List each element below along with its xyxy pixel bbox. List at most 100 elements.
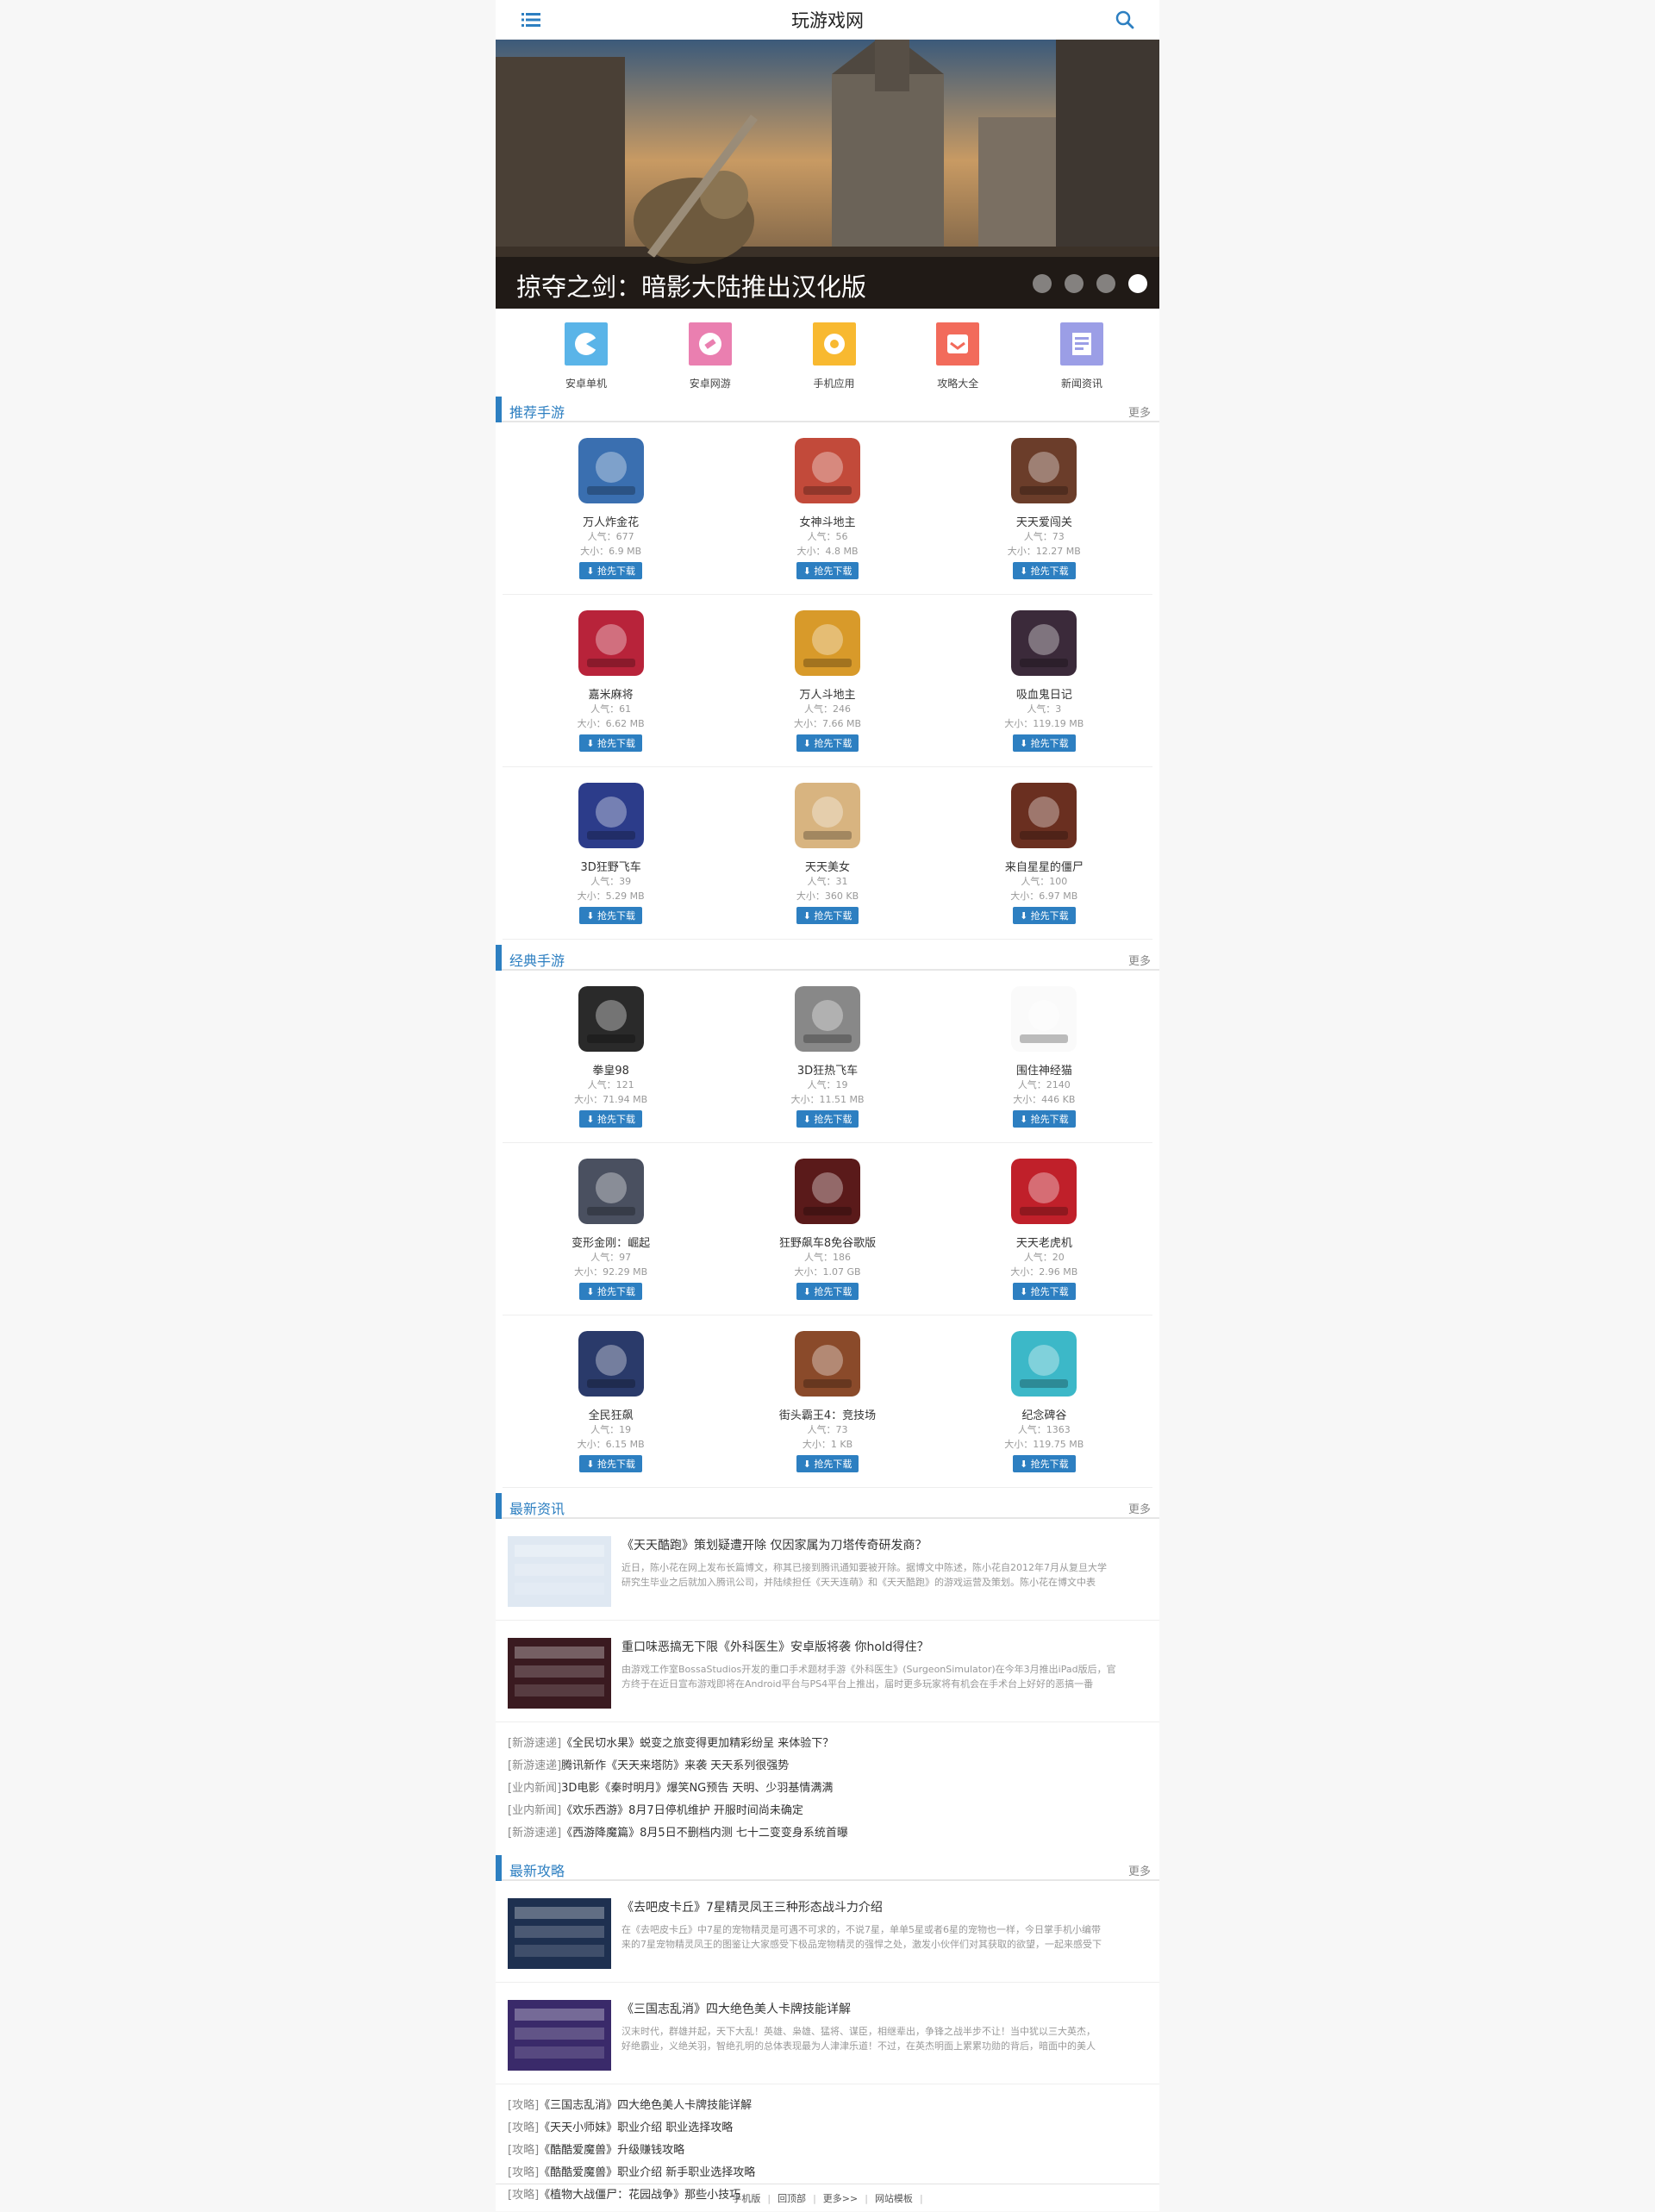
section-title[interactable]: 最新资讯: [509, 1497, 565, 1518]
download-button[interactable]: ⬇ 抢先下载: [579, 1110, 643, 1128]
download-button[interactable]: ⬇ 抢先下载: [796, 1283, 859, 1300]
banner-title[interactable]: 掠夺之剑：暗影大陆推出汉化版: [516, 267, 866, 303]
article-link[interactable]: [业内新闻]《欢乐西游》8月7日停机维护 开服时间尚未确定: [508, 1800, 1147, 1822]
download-button[interactable]: ⬇ 抢先下载: [1012, 734, 1076, 752]
game-card[interactable]: 天天美女 人气：31 大小：360 KB ⬇ 抢先下载: [719, 767, 935, 939]
slide-dot[interactable]: [1096, 274, 1115, 293]
quick-nav-item[interactable]: 手机应用: [791, 322, 877, 391]
featured-article[interactable]: 《去吧皮卡丘》7星精灵凤王三种形态战斗力介绍 在《去吧皮卡丘》中7星的宠物精灵是…: [496, 1881, 1159, 1983]
game-name[interactable]: 万人炸金花: [503, 513, 719, 529]
article-link-text[interactable]: 《西游降魔篇》8月5日不删档内测 七十二变变身系统首曝: [561, 1827, 848, 1840]
article-link[interactable]: [业内新闻]3D电影《秦时明月》爆笑NG预告 天明、少羽基情满满: [508, 1778, 1147, 1800]
game-name[interactable]: 纪念碑谷: [936, 1406, 1152, 1422]
game-icon[interactable]: [578, 783, 644, 848]
download-button[interactable]: ⬇ 抢先下载: [1012, 562, 1076, 579]
game-name[interactable]: 来自星星的僵尸: [936, 858, 1152, 874]
game-icon[interactable]: [794, 438, 860, 503]
quick-nav-item[interactable]: 安卓单机: [543, 322, 629, 391]
more-link[interactable]: 更多: [1128, 1862, 1151, 1878]
featured-article[interactable]: 《三国志乱消》四大绝色美人卡牌技能详解 汉末时代，群雄并起，天下大乱！英雄、枭雄…: [496, 1983, 1159, 2084]
game-icon[interactable]: [1011, 1331, 1077, 1397]
game-card[interactable]: 3D狂野飞车 人气：39 大小：5.29 MB ⬇ 抢先下载: [503, 767, 719, 939]
game-name[interactable]: 街头霸王4：竞技场: [719, 1406, 935, 1422]
section-title[interactable]: 推荐手游: [509, 401, 565, 422]
game-card[interactable]: 女神斗地主 人气：56 大小：4.8 MB ⬇ 抢先下载: [719, 422, 935, 594]
game-card[interactable]: 天天老虎机 人气：20 大小：2.96 MB ⬇ 抢先下载: [936, 1143, 1152, 1315]
game-card[interactable]: 来自星星的僵尸 人气：100 大小：6.97 MB ⬇ 抢先下载: [936, 767, 1152, 939]
download-button[interactable]: ⬇ 抢先下载: [579, 1283, 643, 1300]
game-name[interactable]: 3D狂野飞车: [503, 858, 719, 874]
game-name[interactable]: 天天爱闯关: [936, 513, 1152, 529]
game-card[interactable]: 拳皇98 人气：121 大小：71.94 MB ⬇ 抢先下载: [503, 971, 719, 1142]
game-name[interactable]: 围住神经猫: [936, 1061, 1152, 1078]
game-card[interactable]: 3D狂热飞车 人气：19 大小：11.51 MB ⬇ 抢先下载: [719, 971, 935, 1142]
article-link[interactable]: [新游速递]腾讯新作《天天来塔防》来袭 天天系列很强势: [508, 1755, 1147, 1778]
game-icon[interactable]: [1011, 438, 1077, 503]
download-button[interactable]: ⬇ 抢先下载: [579, 562, 643, 579]
game-name[interactable]: 狂野飙车8免谷歌版: [719, 1234, 935, 1250]
quick-nav-item[interactable]: 攻略大全: [915, 322, 1001, 391]
slide-dot[interactable]: [1065, 274, 1084, 293]
game-card[interactable]: 吸血鬼日记 人气：3 大小：119.19 MB ⬇ 抢先下载: [936, 595, 1152, 766]
game-card[interactable]: 狂野飙车8免谷歌版 人气：186 大小：1.07 GB ⬇ 抢先下载: [719, 1143, 935, 1315]
download-button[interactable]: ⬇ 抢先下载: [796, 734, 859, 752]
article-link[interactable]: [攻略]《三国志乱消》四大绝色美人卡牌技能详解: [508, 2095, 1147, 2117]
more-link[interactable]: 更多: [1128, 952, 1151, 968]
article-title[interactable]: 《去吧皮卡丘》7星精灵凤王三种形态战斗力介绍: [621, 1898, 1102, 1915]
game-icon[interactable]: [578, 438, 644, 503]
game-name[interactable]: 女神斗地主: [719, 513, 935, 529]
article-link-text[interactable]: 《天天小师妹》职业介绍 职业选择攻略: [539, 2121, 733, 2134]
game-name[interactable]: 天天美女: [719, 858, 935, 874]
featured-article[interactable]: 《天天酷跑》策划疑遭开除 仅因家属为刀塔传奇研发商？ 近日，陈小花在网上发布长篇…: [496, 1519, 1159, 1621]
download-button[interactable]: ⬇ 抢先下载: [1012, 1283, 1076, 1300]
game-icon[interactable]: [1011, 783, 1077, 848]
article-thumbnail[interactable]: [508, 1898, 611, 1969]
download-button[interactable]: ⬇ 抢先下载: [796, 1455, 859, 1472]
game-icon[interactable]: [578, 1331, 644, 1397]
download-button[interactable]: ⬇ 抢先下载: [579, 734, 643, 752]
game-card[interactable]: 万人斗地主 人气：246 大小：7.66 MB ⬇ 抢先下载: [719, 595, 935, 766]
game-name[interactable]: 全民狂飙: [503, 1406, 719, 1422]
game-icon[interactable]: [578, 610, 644, 676]
article-link-text[interactable]: 3D电影《秦时明月》爆笑NG预告 天明、少羽基情满满: [561, 1782, 833, 1795]
game-card[interactable]: 天天爱闯关 人气：73 大小：12.27 MB ⬇ 抢先下载: [936, 422, 1152, 594]
article-thumbnail[interactable]: [508, 1638, 611, 1709]
game-icon[interactable]: [578, 1159, 644, 1224]
article-link-text[interactable]: 《三国志乱消》四大绝色美人卡牌技能详解: [539, 2099, 752, 2112]
article-thumbnail[interactable]: [508, 2000, 611, 2071]
article-link[interactable]: [攻略]《酷酷爱魔兽》升级赚钱攻略: [508, 2140, 1147, 2162]
article-link[interactable]: [攻略]《酷酷爱魔兽》职业介绍 新手职业选择攻略: [508, 2162, 1147, 2184]
game-icon[interactable]: [578, 986, 644, 1052]
article-title[interactable]: 《三国志乱消》四大绝色美人卡牌技能详解: [621, 2000, 1096, 2017]
download-button[interactable]: ⬇ 抢先下载: [796, 562, 859, 579]
article-link-text[interactable]: 《酷酷爱魔兽》升级赚钱攻略: [539, 2144, 684, 2157]
footer-link[interactable]: 网站模板: [875, 2193, 913, 2204]
section-title[interactable]: 经典手游: [509, 949, 565, 970]
game-name[interactable]: 拳皇98: [503, 1061, 719, 1078]
slide-dot[interactable]: [1033, 274, 1052, 293]
game-icon[interactable]: [794, 783, 860, 848]
game-name[interactable]: 嘉米麻将: [503, 685, 719, 702]
quick-nav-item[interactable]: 安卓网游: [667, 322, 753, 391]
game-name[interactable]: 吸血鬼日记: [936, 685, 1152, 702]
game-card[interactable]: 万人炸金花 人气：677 大小：6.9 MB ⬇ 抢先下载: [503, 422, 719, 594]
slide-dot-active[interactable]: [1128, 274, 1147, 293]
footer-link[interactable]: 手机版: [732, 2193, 760, 2204]
article-link-text[interactable]: 《全民切水果》蜕变之旅变得更加精彩纷呈 来体验下？: [561, 1737, 834, 1750]
game-icon[interactable]: [794, 1331, 860, 1397]
article-link-text[interactable]: 《欢乐西游》8月7日停机维护 开服时间尚未确定: [561, 1804, 803, 1817]
download-button[interactable]: ⬇ 抢先下载: [1012, 1110, 1076, 1128]
game-card[interactable]: 嘉米麻将 人气：61 大小：6.62 MB ⬇ 抢先下载: [503, 595, 719, 766]
hero-banner[interactable]: 掠夺之剑：暗影大陆推出汉化版: [496, 40, 1159, 309]
quick-nav-item[interactable]: 新闻资讯: [1039, 322, 1125, 391]
site-title[interactable]: 玩游戏网: [496, 7, 1159, 33]
game-card[interactable]: 纪念碑谷 人气：1363 大小：119.75 MB ⬇ 抢先下载: [936, 1315, 1152, 1487]
search-icon[interactable]: [1115, 9, 1135, 30]
game-name[interactable]: 天天老虎机: [936, 1234, 1152, 1250]
game-card[interactable]: 全民狂飙 人气：19 大小：6.15 MB ⬇ 抢先下载: [503, 1315, 719, 1487]
footer-link[interactable]: 更多>>: [823, 2193, 858, 2204]
article-link-text[interactable]: 《酷酷爱魔兽》职业介绍 新手职业选择攻略: [539, 2166, 755, 2179]
article-title[interactable]: 重口味恶搞无下限《外科医生》安卓版将袭 你hold得住？: [621, 1638, 1116, 1655]
game-icon[interactable]: [794, 610, 860, 676]
article-thumbnail[interactable]: [508, 1536, 611, 1607]
